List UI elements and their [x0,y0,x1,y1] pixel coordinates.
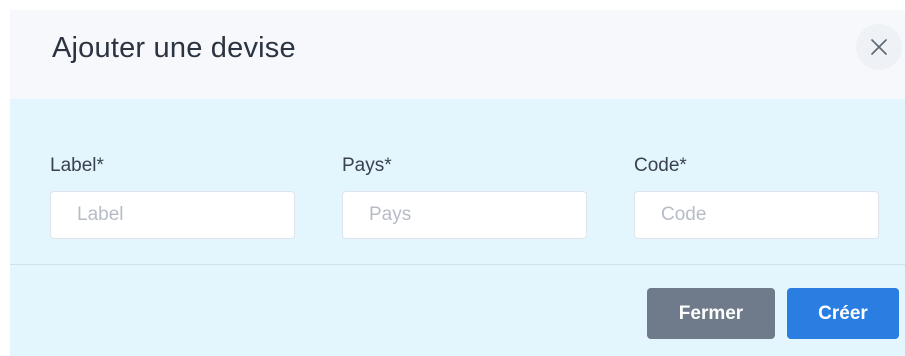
country-field-label: Pays* [342,155,392,176]
label-field-label: Label* [50,155,104,176]
close-icon [871,39,887,55]
label-input[interactable] [50,191,295,239]
create-button[interactable]: Créer [787,288,899,339]
modal-body: Label* Pays* Code* Fermer Créer [10,99,905,356]
country-input[interactable] [342,191,587,239]
add-currency-modal: Ajouter une devise Label* Pays* Code* Fe… [10,10,905,356]
modal-title: Ajouter une devise [52,32,296,64]
footer-divider [10,264,905,265]
code-field-label: Code* [634,155,687,176]
close-button[interactable] [856,24,902,70]
close-modal-button[interactable]: Fermer [647,288,775,339]
code-input[interactable] [634,191,879,239]
modal-header: Ajouter une devise [10,10,905,99]
